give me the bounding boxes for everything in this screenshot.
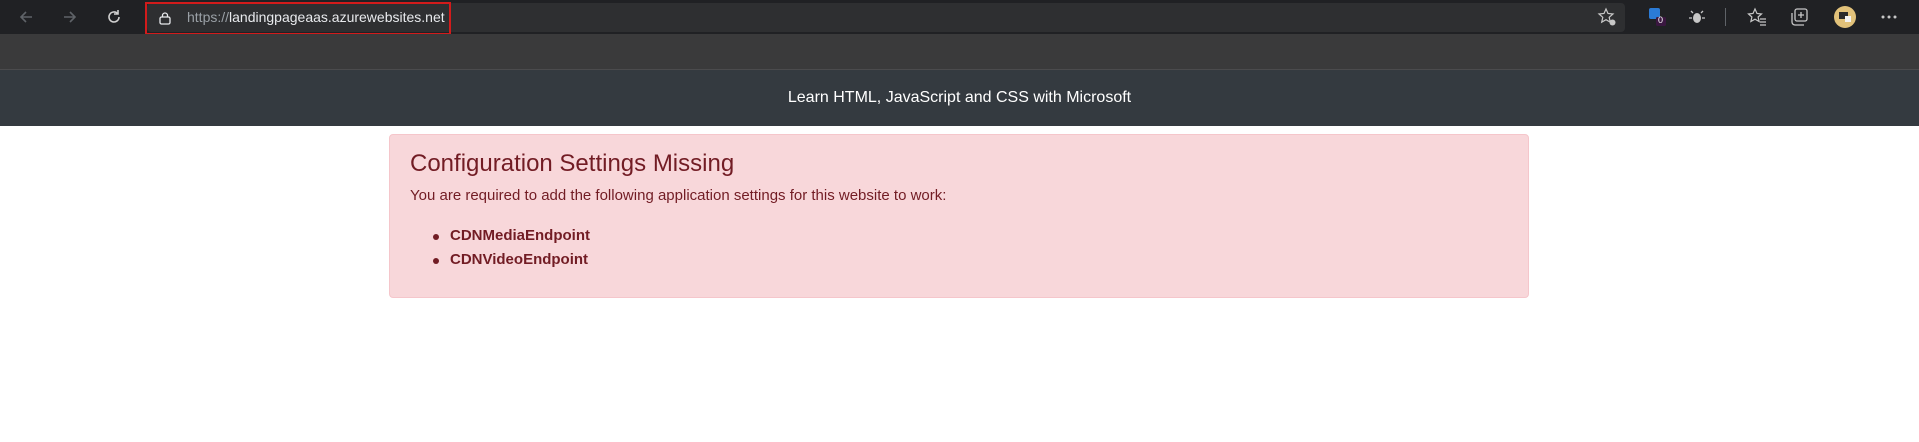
url-host: landingpageaas.azurewebsites.net [229, 9, 445, 25]
bug-extension-button[interactable] [1684, 5, 1710, 29]
collections-icon [1791, 8, 1808, 26]
refresh-button[interactable] [101, 4, 127, 30]
forward-button[interactable] [57, 4, 83, 30]
favorites-icon [1747, 7, 1766, 26]
more-button[interactable] [1876, 5, 1902, 29]
favorite-add-button[interactable] [1594, 5, 1620, 29]
refresh-icon [108, 10, 120, 23]
list-item: CDNMediaEndpoint [433, 224, 590, 248]
url-text[interactable]: https://landingpageaas.azurewebsites.net [187, 9, 445, 25]
site-header-title: Learn HTML, JavaScript and CSS with Micr… [787, 89, 1132, 106]
back-icon [19, 11, 32, 23]
favorites-bar [0, 34, 1919, 70]
toolbar-divider [1724, 5, 1726, 29]
list-item: CDNVideoEndpoint [433, 248, 590, 272]
alert-title: Configuration Settings Missing [410, 150, 735, 177]
back-button[interactable] [13, 4, 39, 30]
alert-message: You are required to add the following ap… [410, 187, 947, 204]
url-scheme: https:// [187, 9, 230, 25]
forward-icon [64, 11, 77, 23]
extension-button[interactable]: 0 [1643, 5, 1671, 29]
missing-settings-list: CDNMediaEndpoint CDNVideoEndpoint [410, 224, 590, 272]
lock-icon[interactable] [158, 11, 172, 30]
site-header: Learn HTML, JavaScript and CSS with Micr… [0, 70, 1919, 126]
config-missing-alert: Configuration Settings Missing You are r… [389, 134, 1529, 298]
bug-icon [1689, 10, 1705, 23]
profile-button[interactable] [1832, 5, 1858, 29]
browser-toolbar: https://landingpageaas.azurewebsites.net… [0, 0, 1919, 35]
collections-button[interactable] [1786, 5, 1812, 29]
more-icon [1881, 15, 1897, 19]
extension-icon [1649, 8, 1666, 26]
favorite-add-icon [1597, 7, 1616, 26]
extension-badge: 0 [1658, 15, 1664, 25]
favorites-button[interactable] [1744, 5, 1770, 29]
profile-avatar [1834, 6, 1856, 28]
